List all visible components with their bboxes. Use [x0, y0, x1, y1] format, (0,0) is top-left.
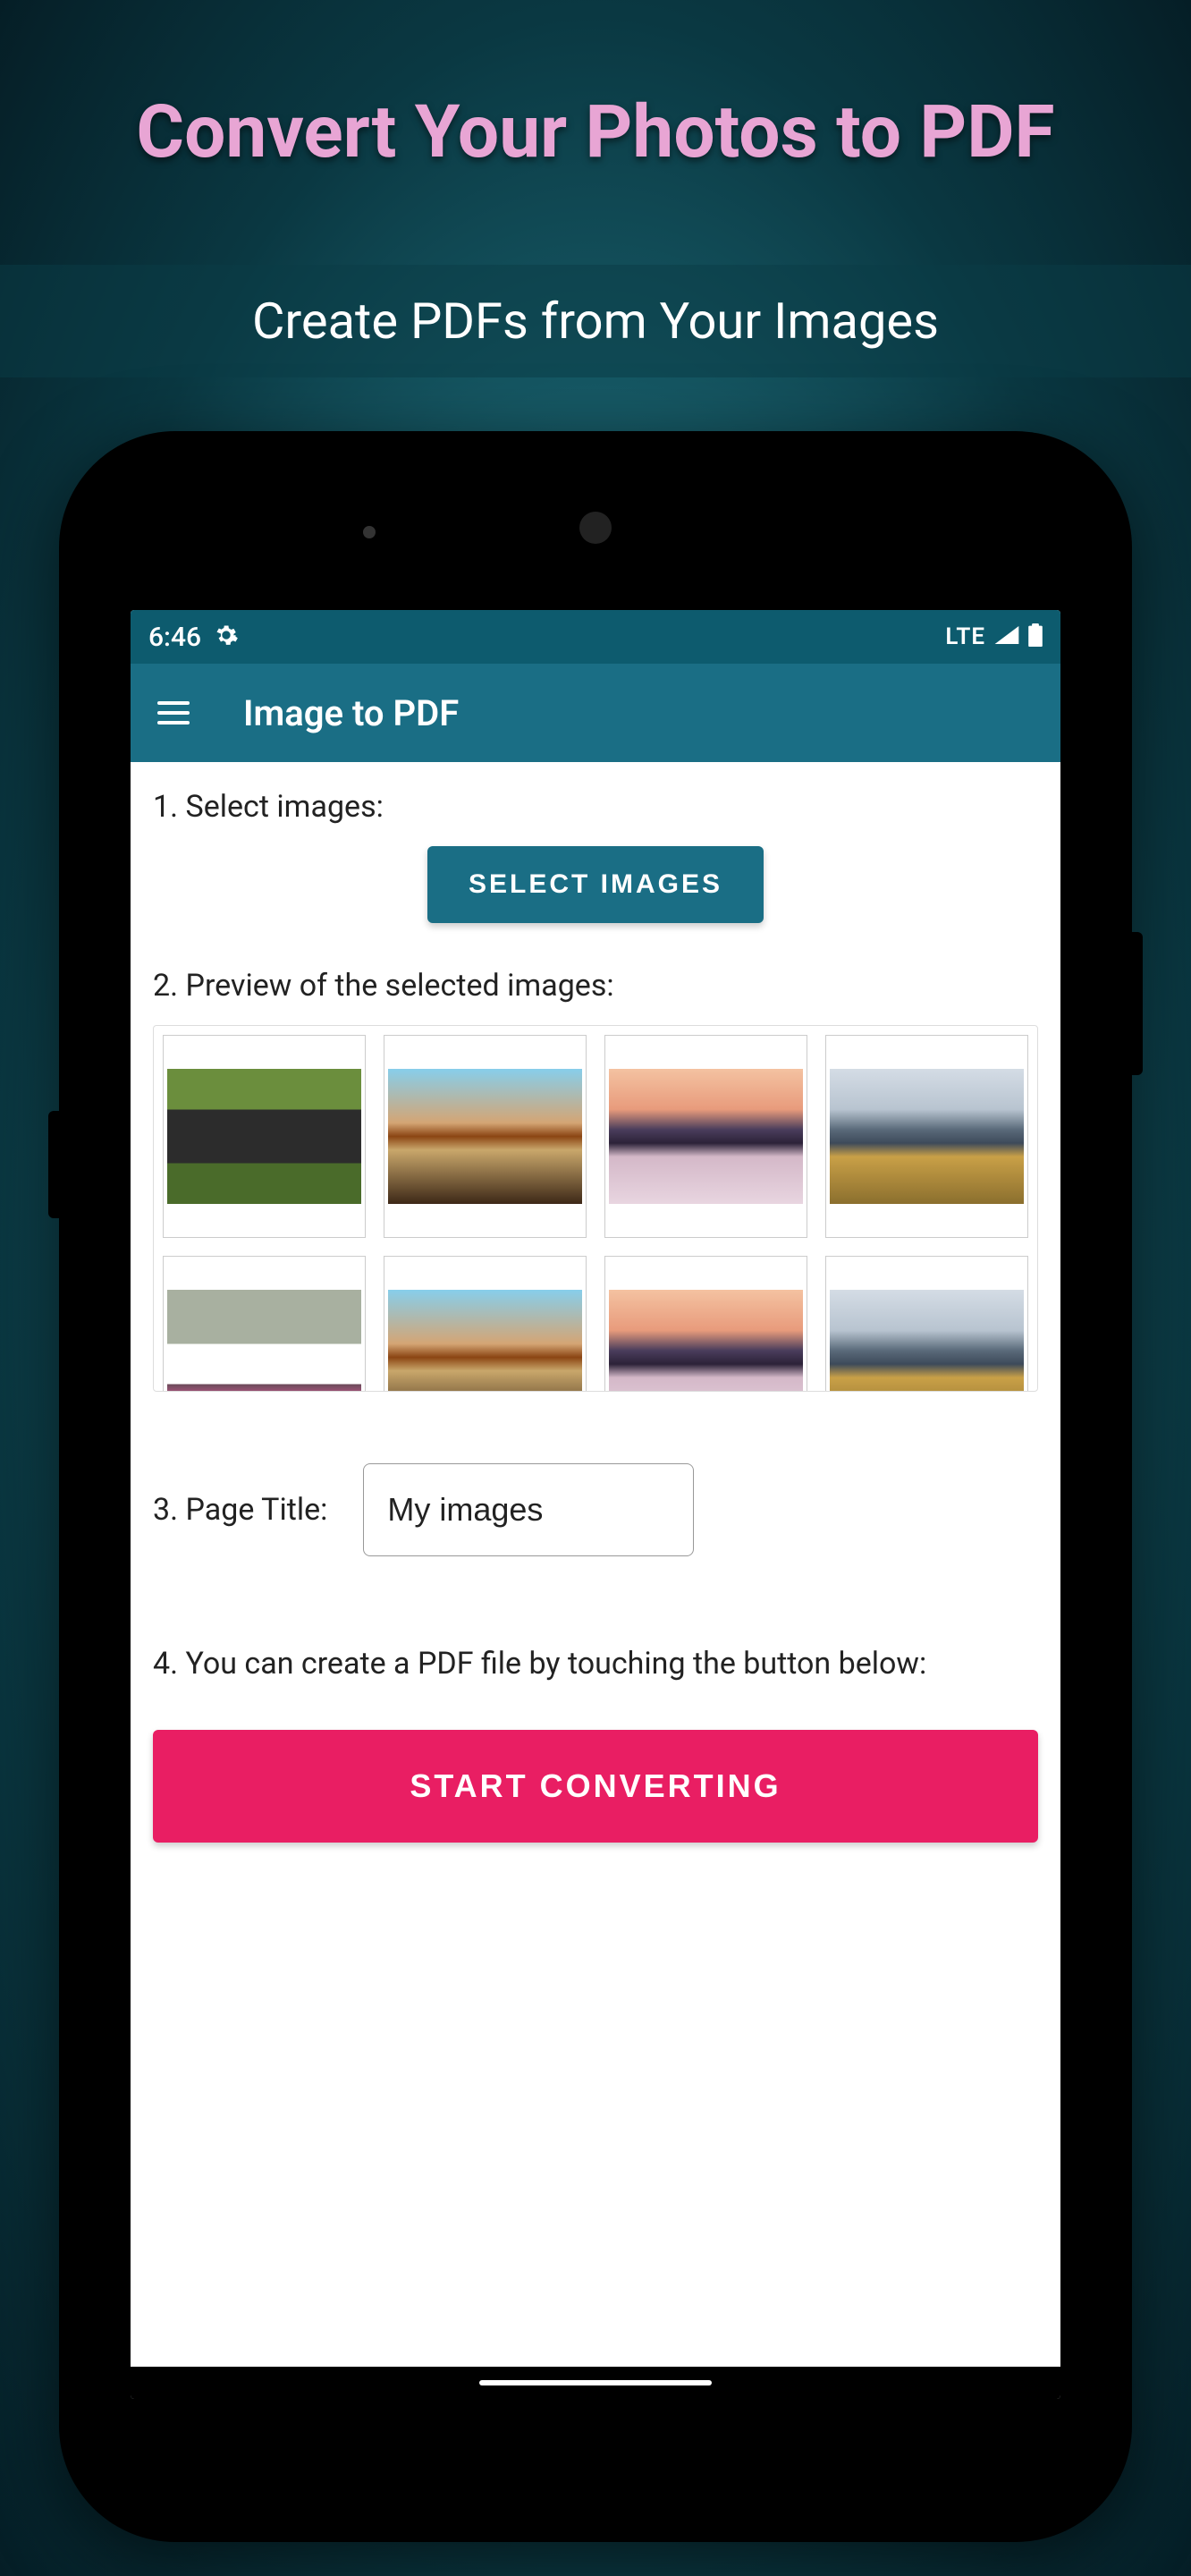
app-title: Image to PDF: [243, 692, 459, 734]
promo-title: Convert Your Photos to PDF: [136, 89, 1054, 175]
status-bar: 6:46 LTE: [131, 610, 1060, 664]
image-thumbnail[interactable]: [384, 1035, 587, 1238]
promo-subtitle-bar: Create PDFs from Your Images: [0, 265, 1191, 377]
phone-frame: 6:46 LTE: [59, 431, 1132, 2542]
image-thumbnail[interactable]: [163, 1256, 366, 1392]
image-thumbnail[interactable]: [825, 1035, 1028, 1238]
image-thumbnail[interactable]: [604, 1035, 807, 1238]
menu-icon[interactable]: [157, 701, 190, 724]
preview-container: [153, 1025, 1038, 1392]
step1-label: 1. Select images:: [153, 789, 1038, 825]
signal-icon: [994, 626, 1019, 648]
image-thumbnail[interactable]: [384, 1256, 587, 1392]
start-converting-button[interactable]: START CONVERTING: [153, 1730, 1038, 1843]
status-left: 6:46: [148, 622, 239, 653]
select-images-button[interactable]: SELECT IMAGES: [427, 846, 764, 923]
image-thumbnail[interactable]: [825, 1256, 1028, 1392]
phone-sensor-dot: [363, 526, 376, 538]
home-indicator[interactable]: [479, 2380, 712, 2385]
page-title-input[interactable]: [363, 1463, 694, 1556]
status-right: LTE: [945, 623, 1043, 650]
phone-side-button-right: [1132, 932, 1143, 1075]
step4-label: 4. You can create a PDF file by touching…: [153, 1646, 1038, 1682]
network-label: LTE: [945, 623, 985, 650]
promo-background: Convert Your Photos to PDF Create PDFs f…: [0, 0, 1191, 2576]
preview-grid: [163, 1035, 1028, 1392]
gear-icon: [214, 623, 239, 651]
content-area: 1. Select images: SELECT IMAGES 2. Previ…: [131, 762, 1060, 2367]
step3-label: 3. Page Title:: [153, 1492, 327, 1528]
navigation-bar: [131, 2367, 1060, 2399]
phone-screen: 6:46 LTE: [131, 610, 1060, 2399]
phone-side-button-left: [48, 1111, 59, 1218]
app-bar: Image to PDF: [131, 664, 1060, 762]
image-thumbnail[interactable]: [604, 1256, 807, 1392]
page-title-row: 3. Page Title:: [153, 1463, 1038, 1556]
step2-label: 2. Preview of the selected images:: [153, 968, 1038, 1004]
promo-subtitle: Create PDFs from Your Images: [252, 292, 939, 351]
phone-speaker: [579, 512, 612, 544]
status-time: 6:46: [148, 622, 201, 653]
image-thumbnail[interactable]: [163, 1035, 366, 1238]
battery-icon: [1028, 623, 1043, 650]
